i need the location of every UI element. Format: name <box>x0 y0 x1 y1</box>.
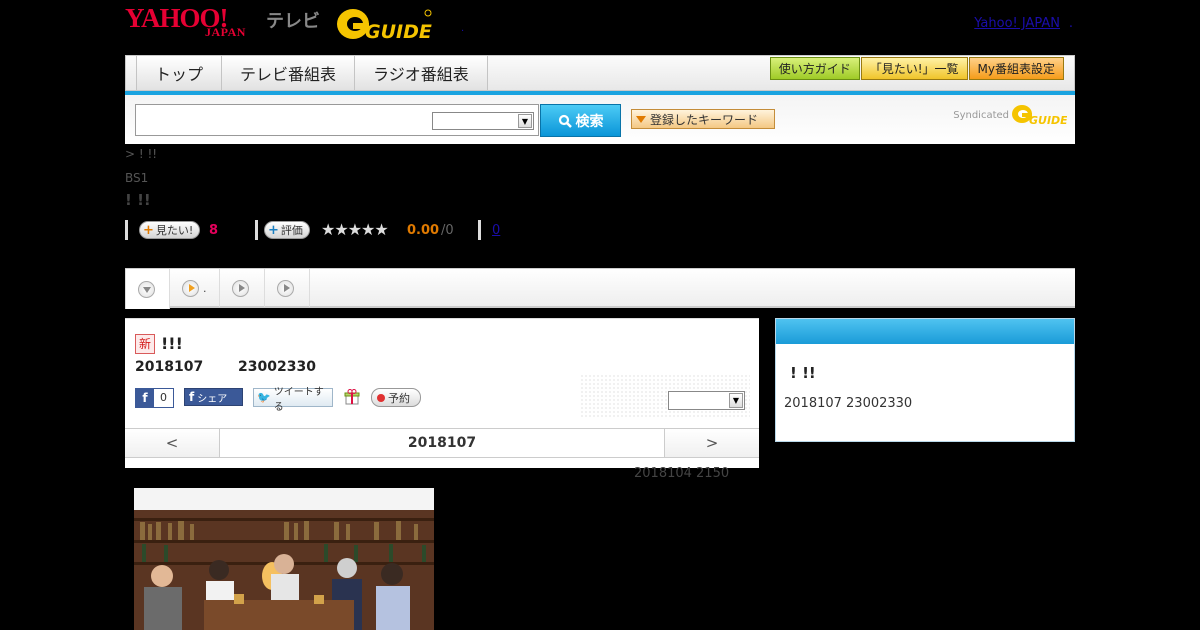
tab-2[interactable]: . <box>170 269 220 307</box>
channel-name: BS1 <box>125 171 149 185</box>
tab-4[interactable] <box>265 269 310 307</box>
syndicated-text: Syndicated <box>953 109 1009 121</box>
tweet-label: ツイートする <box>273 386 324 413</box>
gguide-logo[interactable]: GUIDE <box>335 5 433 43</box>
nav-tab-tv-schedule[interactable]: テレビ番組表 <box>222 56 356 90</box>
facebook-icon: f <box>189 390 195 404</box>
side-panel: ! !! 2018107 23002330 <box>775 318 1075 442</box>
previous-date-button[interactable]: < <box>125 429 220 457</box>
want-to-watch-label: 見たい! <box>155 224 194 237</box>
search-icon <box>558 114 572 128</box>
search-bar: ▼ 検索 登録したキーワード Syndicated GUIDE <box>125 95 1075 144</box>
rate-label: 評価 <box>280 224 303 237</box>
current-date: 2018107 <box>407 435 477 451</box>
action-select[interactable]: ▼ <box>668 391 745 410</box>
nav-tab-top[interactable]: トップ <box>136 56 223 90</box>
breadcrumb: > ! !! <box>125 147 158 161</box>
syndicated-gguide: Syndicated GUIDE <box>953 103 1067 127</box>
registered-keywords-button[interactable]: 登録したキーワード <box>631 109 775 129</box>
tv-label: テレビ <box>266 11 320 32</box>
rating-stars[interactable]: ★★★★★ <box>321 220 389 239</box>
wishlist-button[interactable]: 「見たい!」一覧 <box>860 57 968 80</box>
divider <box>478 220 481 240</box>
twitter-bird-icon: 🐦 <box>257 391 271 404</box>
search-button[interactable]: 検索 <box>540 104 621 137</box>
tab-1[interactable] <box>125 269 170 309</box>
facebook-share-label: シェア <box>197 393 228 405</box>
my-schedule-settings-button[interactable]: My番組表設定 <box>968 57 1064 80</box>
guide-button[interactable]: 使い方ガイド <box>769 57 860 80</box>
facebook-share-button[interactable]: f シェア <box>184 388 243 406</box>
tweet-button[interactable]: 🐦 ツイートする <box>253 387 333 413</box>
chevron-down-icon[interactable]: ▼ <box>729 393 743 408</box>
gift-icon[interactable] <box>344 389 360 405</box>
nav-tab-radio-schedule[interactable]: ラジオ番組表 <box>355 56 488 90</box>
nav-tabs: トップ テレビ番組表 ラジオ番組表 <box>136 56 488 90</box>
chevron-down-icon <box>138 280 155 298</box>
play-icon <box>182 279 199 297</box>
facebook-like-count: 0 <box>160 391 167 404</box>
rating-count: /0 <box>441 223 454 238</box>
plus-icon: + <box>143 222 154 238</box>
program-title: ! !! <box>125 191 151 209</box>
program-photo <box>134 488 434 630</box>
header-link-dot: . <box>1068 16 1073 31</box>
yahoo-japan-logo-text: JAPAN <box>205 25 246 39</box>
update-note: 2018104 2150 <box>634 466 730 481</box>
record-dot-icon <box>377 393 385 402</box>
air-date: 2018107 <box>135 359 204 375</box>
site-header: YAHOO! JAPAN テレビ GUIDE . Yahoo! JAPAN . <box>125 0 1075 55</box>
search-category-select[interactable]: ▼ <box>432 112 534 130</box>
divider <box>255 220 258 240</box>
program-actions: + 見たい! 8 + 評価 ★★★★★ 0.00 /0 0 <box>125 220 725 240</box>
header-dot: . <box>461 23 465 34</box>
divider <box>125 220 128 240</box>
nav-right-buttons: 使い方ガイド 「見たい!」一覧 My番組表設定 <box>769 57 1064 80</box>
play-icon <box>277 279 294 297</box>
content-tabs: . <box>125 268 1075 309</box>
want-count: 8 <box>209 223 219 238</box>
average-score: 0.00 <box>407 223 440 238</box>
program-detail-panel: 新 !!! 2018107 23002330 f 0 f シェア 🐦 ツイートす… <box>125 318 759 468</box>
new-badge: 新 <box>135 334 155 354</box>
chevron-down-icon[interactable]: ▼ <box>518 114 532 128</box>
review-count-link[interactable]: 0 <box>492 223 500 238</box>
side-panel-title: ! !! <box>790 364 816 382</box>
main-nav: トップ テレビ番組表 ラジオ番組表 使い方ガイド 「見たい!」一覧 My番組表設… <box>125 55 1075 91</box>
program-photo-image <box>134 488 434 630</box>
date-pager: < 2018107 > <box>125 428 759 458</box>
search-button-label: 検索 <box>575 113 604 130</box>
facebook-icon: f <box>136 389 154 407</box>
tab-2-label: . <box>203 281 207 295</box>
dropdown-triangle-icon <box>636 115 646 123</box>
svg-text:GUIDE: GUIDE <box>365 21 432 41</box>
gguide-small-logo: GUIDE <box>1012 105 1067 127</box>
play-icon <box>232 279 249 297</box>
plus-icon: + <box>268 222 279 238</box>
reserve-recording-button[interactable]: 予約 <box>371 388 421 407</box>
episode-title: !!! <box>161 334 183 353</box>
rate-button[interactable]: + 評価 <box>264 221 310 239</box>
registered-keywords-label: 登録したキーワード <box>650 112 759 127</box>
yahoo-japan-link[interactable]: Yahoo! JAPAN <box>974 16 1060 31</box>
facebook-like-button[interactable]: f 0 <box>135 388 174 408</box>
want-to-watch-button[interactable]: + 見たい! <box>139 221 201 239</box>
tab-3[interactable] <box>220 269 265 307</box>
side-panel-info: 2018107 23002330 <box>784 396 913 411</box>
reserve-label: 予約 <box>388 391 410 405</box>
side-panel-header <box>776 319 1074 344</box>
svg-text:GUIDE: GUIDE <box>1029 114 1067 127</box>
page: YAHOO! JAPAN テレビ GUIDE . Yahoo! JAPAN . … <box>0 0 1200 630</box>
next-date-button[interactable]: > <box>664 429 759 457</box>
air-time: 23002330 <box>238 359 316 375</box>
